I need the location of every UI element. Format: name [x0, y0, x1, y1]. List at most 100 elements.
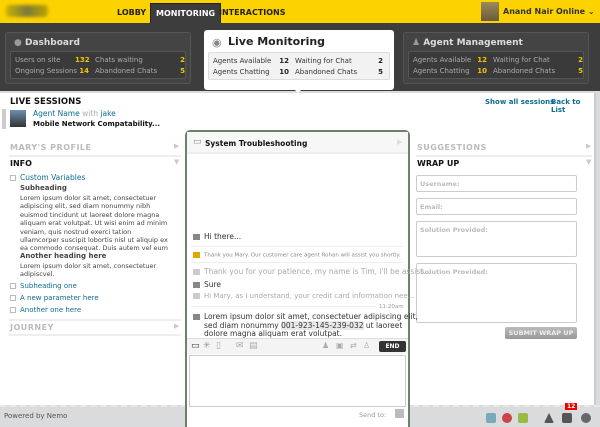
stat-label: Agents Chatting [213, 68, 270, 76]
show-all-sessions-link[interactable]: Show all sessions [485, 98, 554, 106]
status-menu[interactable]: Online ⌄ [556, 7, 595, 16]
profile-section-header[interactable]: MARY'S PROFILE [10, 143, 92, 152]
session-topic[interactable]: Mobile Network Compatability... [33, 120, 160, 128]
message-icon [193, 282, 200, 288]
sparkle-icon[interactable]: ✳ [203, 341, 211, 351]
stat-label: Ongoing Sessions [15, 67, 78, 75]
mobile-icon[interactable]: ▯ [216, 341, 221, 351]
chat-icon[interactable]: ▭ [191, 341, 200, 351]
chat-message: Sure [193, 280, 221, 289]
end-chat-button[interactable]: END [379, 341, 406, 352]
stat-value: 5 [378, 68, 383, 76]
user-menu[interactable]: Anand Nair ⌄ [503, 7, 563, 16]
email-icon[interactable]: ✉ [236, 341, 244, 351]
tab-interactions[interactable]: INTERACTIONS [214, 3, 291, 23]
username-field[interactable]: Username: [416, 175, 577, 192]
chevron-down-icon: ⌄ [587, 7, 595, 16]
chevron-right-icon: ▶ [174, 142, 180, 150]
send-to-label: Send to: [359, 411, 387, 419]
new-parameter-link[interactable]: A new parameter here [20, 294, 99, 302]
stat-value: 12 [477, 56, 487, 64]
another-one-link[interactable]: Another one here [20, 306, 81, 314]
tab-lobby[interactable]: LOBBY [112, 3, 151, 23]
collapse-icon[interactable] [10, 175, 16, 181]
chat-input[interactable] [189, 355, 406, 407]
dashboard-icon: ● [14, 38, 22, 48]
email-field[interactable]: Email: [416, 198, 577, 215]
chat-message: Hi there... [193, 232, 241, 241]
window-icon[interactable] [486, 413, 496, 423]
suggestions-section-header[interactable]: SUGGESTIONS [417, 143, 487, 152]
with-label: with [82, 109, 99, 118]
stat-label: Users on site [15, 56, 61, 64]
chat-message: Thank you for your patience, my name is … [193, 267, 430, 276]
tab-monitoring[interactable]: MONITORING [150, 3, 222, 23]
notification-badge: 12 [565, 403, 578, 410]
stat-value: 10 [477, 67, 487, 75]
share-icon[interactable] [502, 413, 512, 423]
top-bar: LOBBY MONITORING INTERACTIONS Anand Nair… [0, 0, 600, 23]
chevron-right-icon[interactable]: ▶ [397, 138, 402, 146]
live-monitoring-card[interactable]: ◉ Live Monitoring Agents Available 12 Wai… [204, 30, 394, 90]
agent-name-link[interactable]: Agent Name [33, 109, 80, 118]
agents-icon: ♟ [412, 38, 421, 48]
stat-label: Agents Available [413, 56, 472, 64]
stat-label: Abandoned Chats [493, 67, 556, 75]
submit-wrap-up-button[interactable]: SUBMIT WRAP UP [505, 327, 577, 339]
stat-value: 2 [378, 57, 383, 65]
globe-icon[interactable] [581, 413, 591, 423]
chevron-right-icon: ▶ [586, 142, 592, 150]
chat-bubble-icon: ▭ [193, 137, 202, 147]
chevron-down-icon: ▼ [586, 158, 592, 166]
back-to-list-link[interactable]: Back to List [551, 98, 594, 114]
customer-link[interactable]: jake [100, 109, 115, 118]
wrap-up-section-header[interactable]: WRAP UP [417, 159, 459, 168]
agent-management-card[interactable]: ♟ Agent Management Agents Available 12 Wa… [403, 32, 589, 84]
stat-value: 132 [75, 56, 90, 64]
bell-icon[interactable] [544, 413, 554, 423]
avatar[interactable] [481, 2, 499, 21]
chat-panel: ▭ System Troubleshooting ▶ Hi there... T… [185, 130, 430, 427]
monitor-icon[interactable]: ▣ [336, 341, 344, 350]
stat-label: Abandoned Chats [95, 67, 158, 75]
solution-field-2[interactable]: Solution Provided: [416, 263, 577, 323]
custom-variables-link[interactable]: Custom Variables [20, 173, 85, 182]
expand-icon[interactable] [10, 295, 16, 301]
info-text: Lorem ipsum dolor sit amet, consectetuer… [20, 194, 168, 253]
another-heading: Another heading here [20, 252, 107, 260]
agent-icon[interactable]: ♙ [363, 341, 370, 350]
divider [9, 334, 181, 336]
chat-header: ▭ System Troubleshooting ▶ [187, 132, 408, 154]
message-icon [193, 234, 200, 240]
stat-value: 10 [279, 68, 289, 76]
stat-label: Agents Chatting [413, 67, 470, 75]
send-to-selector[interactable] [395, 409, 404, 418]
dashboard-card[interactable]: ● Dashboard Users on site 132 Chats waiti… [5, 32, 191, 84]
screen-icon[interactable]: ▤ [249, 341, 258, 351]
solution-field-1[interactable]: Solution Provided: [416, 221, 577, 257]
expand-icon[interactable] [10, 307, 16, 313]
chevron-down-icon: ▼ [174, 158, 180, 166]
eye-icon: ◉ [212, 36, 222, 49]
message-icon [193, 314, 200, 320]
session-avatar [10, 110, 26, 127]
info-text-2: Lorem ipsum dolor sit amet, consectetuer… [20, 262, 157, 279]
chat-message: Lorem ipsum dolor sit amet, consectetuer… [193, 312, 418, 339]
stat-value: 2 [180, 56, 185, 64]
expand-icon[interactable] [10, 283, 16, 289]
subheading-one-link[interactable]: Subheading one [20, 282, 77, 290]
card-title: Dashboard [25, 38, 80, 48]
transfer-icon[interactable]: ⇄ [350, 341, 357, 350]
add-agent-icon[interactable]: ♟ [322, 341, 329, 350]
stat-label: Agents Available [213, 57, 272, 65]
chat-notifications-icon[interactable] [562, 413, 572, 423]
info-section-header[interactable]: INFO [10, 159, 32, 168]
divider [416, 155, 592, 157]
collapse-handle[interactable] [2, 109, 6, 129]
map-icon[interactable] [518, 413, 528, 423]
stat-value: 2 [578, 56, 583, 64]
stat-value: 5 [578, 67, 583, 75]
journey-section-header[interactable]: JOURNEY [10, 323, 54, 332]
timestamp: 11:20am [377, 304, 404, 310]
stat-label: Waiting for Chat [493, 56, 550, 64]
